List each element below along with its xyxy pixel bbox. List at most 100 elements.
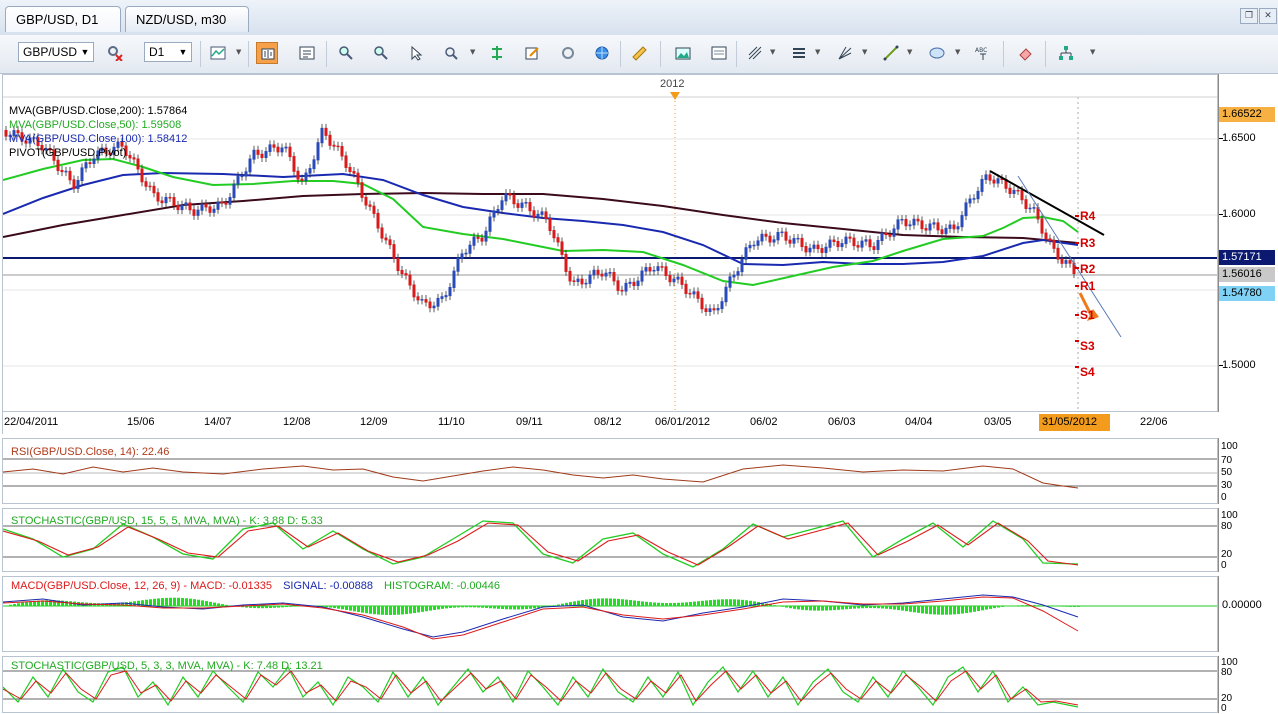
- toolbar-separator: [1045, 41, 1046, 67]
- hierarchy-icon[interactable]: [1055, 42, 1077, 64]
- bar-mode-icon[interactable]: [296, 42, 318, 64]
- channel-icon[interactable]: [788, 42, 810, 64]
- date-tick: 22/04/2011: [4, 416, 59, 428]
- pivot-s1: S1: [1080, 308, 1095, 322]
- rsi-tick: 100: [1221, 441, 1238, 452]
- svg-text:ABC: ABC: [975, 47, 987, 54]
- chart-toolbar: GBP/USD ▼ D1 ▼ ▼ ▼ ▼ ▼ ▼ ▼ ▼ ABC ▼: [0, 35, 1278, 74]
- pivot-s4: S4: [1080, 365, 1095, 379]
- tab-label: GBP/USD, D1: [16, 12, 99, 27]
- close-window-button[interactable]: ✕: [1259, 8, 1277, 24]
- tab-gbpusd[interactable]: GBP/USD, D1: [5, 6, 121, 32]
- crosshair-icon[interactable]: [440, 42, 462, 64]
- ruler-icon[interactable]: [628, 42, 650, 64]
- chevron-down-icon[interactable]: ▼: [955, 47, 963, 57]
- stoch2-tick: 80: [1221, 667, 1233, 678]
- date-tick: 22/06: [1140, 416, 1168, 428]
- template-icon[interactable]: [708, 42, 730, 64]
- price-tag-line: 1.56016: [1219, 267, 1275, 282]
- main-chart-pane[interactable]: 2012 MVA(GBP/USD.Close,200): 1.57864 MVA…: [2, 74, 1218, 412]
- macd-histogram: HISTOGRAM: -0.00446: [384, 580, 500, 592]
- price-tag-current: 1.54780: [1219, 286, 1275, 301]
- stochastic-2-title: STOCHASTIC(GBP/USD, 5, 3, 3, MVA, MVA) -…: [11, 660, 323, 672]
- macd-signal: SIGNAL: -0.00888: [283, 580, 373, 592]
- zoom-in-icon[interactable]: [335, 42, 357, 64]
- chevron-down-icon[interactable]: ▼: [770, 47, 778, 57]
- chevron-down-icon[interactable]: ▼: [815, 47, 823, 57]
- pivot-r2: R2: [1080, 262, 1096, 276]
- tab-label: NZD/USD, m30: [136, 12, 227, 27]
- chevron-down-icon: ▼: [178, 47, 188, 57]
- macd-axis: [1218, 576, 1277, 652]
- price-chart[interactable]: [3, 75, 1218, 412]
- date-tick: 15/06: [127, 416, 155, 428]
- stoch1-tick: 80: [1221, 521, 1233, 532]
- symbol-remove-icon[interactable]: [104, 42, 126, 64]
- rsi-tick: 0: [1221, 492, 1227, 503]
- date-tick: 12/09: [360, 416, 388, 428]
- restore-window-button[interactable]: ❐: [1240, 8, 1258, 24]
- timeframe-value: D1: [149, 45, 165, 59]
- legend-mva-50: MVA(GBP/USD.Close,50): 1.59508: [9, 119, 182, 131]
- pivot-r1: R1: [1080, 279, 1096, 293]
- year-marker-arrow-icon: [670, 92, 680, 100]
- price-tick: 1.5000: [1222, 359, 1256, 371]
- toolbar-separator: [660, 41, 661, 67]
- pivot-r3: R3: [1080, 236, 1096, 250]
- date-tick: 06/02: [750, 416, 778, 428]
- globe-icon[interactable]: [591, 42, 613, 64]
- price-tag-pivot: 1.57171: [1219, 250, 1275, 265]
- cursor-icon[interactable]: [405, 42, 427, 64]
- stoch1-tick: 0: [1221, 560, 1227, 571]
- toolbar-separator: [248, 41, 249, 67]
- price-tag-high: 1.66522: [1219, 107, 1275, 122]
- timeframe-select[interactable]: D1 ▼: [144, 42, 192, 62]
- price-tick: 1.6500: [1222, 132, 1256, 144]
- gann-icon[interactable]: [834, 42, 856, 64]
- fibonacci-icon[interactable]: [744, 42, 766, 64]
- date-tick: 06/03: [828, 416, 856, 428]
- period-separator-icon[interactable]: [486, 42, 508, 64]
- toolbar-separator: [736, 41, 737, 67]
- chevron-down-icon[interactable]: ▼: [907, 47, 915, 57]
- chevron-down-icon[interactable]: ▼: [470, 47, 478, 57]
- zoom-out-icon[interactable]: [370, 42, 392, 64]
- chevron-down-icon[interactable]: ▼: [862, 47, 870, 57]
- date-tick: 12/08: [283, 416, 311, 428]
- chevron-down-icon: ▼: [80, 47, 90, 57]
- toolbar-separator: [620, 41, 621, 67]
- text-icon[interactable]: ABC: [972, 42, 994, 64]
- eraser-icon[interactable]: [1014, 42, 1036, 64]
- indicator-icon[interactable]: [207, 42, 229, 64]
- stoch1-tick: 100: [1221, 510, 1238, 521]
- macd-tick: 0.00000: [1222, 599, 1262, 611]
- candle-mode-icon[interactable]: [256, 42, 278, 64]
- refresh-icon[interactable]: [557, 42, 579, 64]
- tab-bar: GBP/USD, D1 NZD/USD, m30 ❐ ✕: [0, 0, 1278, 36]
- date-tick: 14/07: [204, 416, 232, 428]
- chevron-down-icon[interactable]: ▼: [1090, 47, 1098, 57]
- trendline-icon[interactable]: [880, 42, 902, 64]
- edit-icon[interactable]: [521, 42, 543, 64]
- rsi-title: RSI(GBP/USD.Close, 14): 22.46: [11, 446, 170, 458]
- mva-50-line: [3, 157, 1079, 287]
- macd-title-main: MACD(GBP/USD.Close, 12, 26, 9) - MACD: -…: [11, 580, 273, 592]
- candlesticks: [4, 123, 1076, 316]
- legend-pivot: PIVOT(GBP/USD,Pivot): [9, 147, 127, 159]
- ellipse-icon[interactable]: [926, 42, 948, 64]
- stochastic-2-pane[interactable]: STOCHASTIC(GBP/USD, 5, 3, 3, MVA, MVA) -…: [2, 656, 1218, 713]
- macd-pane[interactable]: MACD(GBP/USD.Close, 12, 26, 9) - MACD: -…: [2, 576, 1218, 652]
- symbol-select[interactable]: GBP/USD ▼: [18, 42, 94, 62]
- stoch1-tick: 20: [1221, 549, 1233, 560]
- toolbar-separator: [326, 41, 327, 67]
- macd-title: MACD(GBP/USD.Close, 12, 26, 9) - MACD: -…: [11, 580, 500, 592]
- pivot-s3: S3: [1080, 339, 1095, 353]
- rsi-pane[interactable]: RSI(GBP/USD.Close, 14): 22.46: [2, 438, 1218, 504]
- chevron-down-icon[interactable]: ▼: [236, 47, 244, 57]
- picture-icon[interactable]: [672, 42, 694, 64]
- stochastic-1-pane[interactable]: STOCHASTIC(GBP/USD, 15, 5, 5, MVA, MVA) …: [2, 508, 1218, 572]
- symbol-value: GBP/USD: [23, 45, 78, 59]
- tab-nzdusd[interactable]: NZD/USD, m30: [125, 6, 249, 32]
- rsi-chart: [3, 458, 1217, 489]
- pivot-r4: R4: [1080, 209, 1096, 223]
